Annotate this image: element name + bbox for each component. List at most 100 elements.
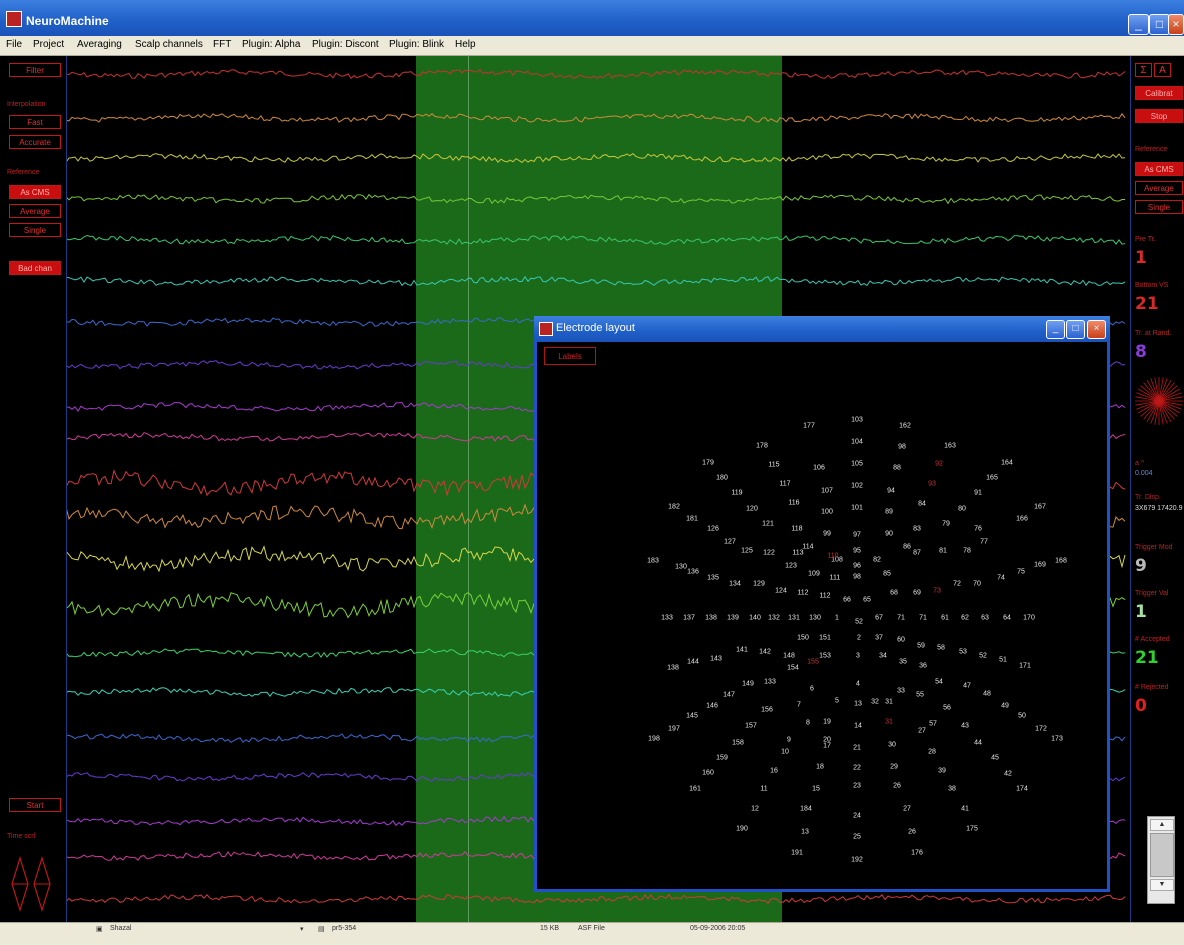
electrode-label[interactable]: 177 — [803, 423, 815, 430]
electrode-label[interactable]: 26 — [893, 783, 901, 790]
dropdown-icon[interactable]: ▾ — [300, 925, 304, 933]
electrode-label[interactable]: 10 — [781, 749, 789, 756]
menu-project[interactable]: Project — [33, 39, 64, 50]
electrode-label[interactable]: 75 — [1017, 569, 1025, 576]
menu-help[interactable]: Help — [455, 39, 476, 50]
electrode-label[interactable]: 88 — [893, 465, 901, 472]
electrode-label[interactable]: 9 — [787, 737, 791, 744]
electrode-label[interactable]: 130 — [675, 564, 687, 571]
electrode-label[interactable]: 155 — [807, 659, 819, 666]
electrode-label[interactable]: 16 — [770, 768, 778, 775]
electrode-label[interactable]: 31 — [885, 699, 893, 706]
start-button[interactable]: Start — [9, 798, 61, 812]
electrode-label[interactable]: 118 — [791, 526, 802, 533]
electrode-label[interactable]: 174 — [1016, 786, 1028, 793]
electrode-label[interactable]: 122 — [763, 550, 775, 557]
electrode-label[interactable]: 52 — [855, 619, 863, 626]
zoom-arrows-icon[interactable] — [10, 856, 56, 914]
electrode-label[interactable]: 94 — [887, 488, 895, 495]
electrode-label[interactable]: 114 — [802, 544, 813, 551]
electrode-label[interactable]: 6 — [810, 686, 814, 693]
electrode-label[interactable]: 80 — [958, 506, 966, 513]
electrode-label[interactable]: 156 — [761, 707, 773, 714]
electrode-label[interactable]: 48 — [983, 691, 991, 698]
electrode-label[interactable]: 74 — [997, 575, 1005, 582]
electrode-label[interactable]: 87 — [913, 550, 921, 557]
electrode-label[interactable]: 73 — [933, 588, 941, 595]
electrode-label[interactable]: 123 — [785, 563, 797, 570]
electrode-label[interactable]: 142 — [759, 649, 771, 656]
electrode-label[interactable]: 51 — [999, 657, 1007, 664]
electrode-label[interactable]: 101 — [851, 505, 863, 512]
electrode-label[interactable]: 198 — [648, 736, 660, 743]
electrode-label[interactable]: 71 — [897, 615, 905, 622]
electrode-label[interactable]: 103 — [851, 417, 863, 424]
electrode-label[interactable]: 22 — [853, 765, 861, 772]
electrode-label[interactable]: 105 — [851, 461, 863, 468]
electrode-label[interactable]: 100 — [821, 509, 833, 516]
electrode-label[interactable]: 184 — [800, 806, 812, 813]
electrode-label[interactable]: 24 — [853, 813, 861, 820]
electrode-label[interactable]: 124 — [775, 588, 787, 595]
electrode-label[interactable]: 66 — [843, 597, 851, 604]
electrode-label[interactable]: 110 — [827, 553, 838, 560]
electrode-label[interactable]: 76 — [974, 526, 982, 533]
electrode-label[interactable]: 33 — [897, 688, 905, 695]
electrode-label[interactable]: 39 — [938, 768, 946, 775]
electrode-label[interactable]: 58 — [937, 645, 945, 652]
electrode-label[interactable]: 64 — [1003, 615, 1011, 622]
electrode-label[interactable]: 43 — [961, 723, 969, 730]
electrode-label[interactable]: 151 — [819, 635, 831, 642]
scroll-thumb[interactable] — [1150, 833, 1174, 877]
scroll-down-icon[interactable]: ▼ — [1150, 879, 1174, 891]
electrode-label[interactable]: 168 — [1055, 558, 1067, 565]
ref-average-button-right[interactable]: Average — [1135, 181, 1183, 195]
electrode-label[interactable]: 81 — [939, 548, 947, 555]
electrode-label[interactable]: 171 — [1019, 663, 1031, 670]
electrode-label[interactable]: 175 — [966, 826, 978, 833]
electrode-label[interactable]: 127 — [724, 539, 736, 546]
electrode-label[interactable]: 163 — [944, 443, 956, 450]
electrode-label[interactable]: 12 — [751, 806, 759, 813]
electrode-label[interactable]: 96 — [853, 563, 861, 570]
electrode-label[interactable]: 60 — [897, 637, 905, 644]
electrode-label[interactable]: 68 — [890, 590, 898, 597]
electrode-label[interactable]: 71 — [919, 615, 927, 622]
electrode-label[interactable]: 131 — [788, 615, 800, 622]
electrode-label[interactable]: 130 — [809, 615, 821, 622]
electrode-label[interactable]: 13 — [854, 701, 862, 708]
electrode-label[interactable]: 30 — [888, 742, 896, 749]
electrode-label[interactable]: 49 — [1001, 703, 1009, 710]
electrode-label[interactable]: 38 — [948, 786, 956, 793]
electrode-label[interactable]: 37 — [875, 635, 883, 642]
electrode-label[interactable]: 116 — [788, 500, 799, 507]
electrode-label[interactable]: 150 — [797, 635, 809, 642]
electrode-label[interactable]: 57 — [929, 721, 937, 728]
electrode-label[interactable]: 67 — [875, 615, 883, 622]
electrode-label[interactable]: 138 — [667, 665, 679, 672]
electrode-label[interactable]: 115 — [768, 462, 779, 469]
close-button[interactable]: × — [1168, 14, 1184, 35]
electrode-label[interactable]: 90 — [885, 531, 893, 538]
electrode-label[interactable]: 36 — [919, 663, 927, 670]
electrode-label[interactable]: 89 — [885, 509, 893, 516]
electrode-label[interactable]: 8 — [806, 720, 810, 727]
menu-scalp-channels[interactable]: Scalp channels — [135, 39, 203, 50]
electrode-label[interactable]: 119 — [731, 490, 742, 497]
vertical-scrollbar[interactable]: ▲ ▼ — [1147, 816, 1175, 904]
electrode-label[interactable]: 104 — [851, 439, 863, 446]
electrode-label[interactable]: 2 — [857, 635, 861, 642]
electrode-label[interactable]: 99 — [823, 531, 831, 538]
electrode-label[interactable]: 27 — [903, 806, 911, 813]
electrode-label[interactable]: 79 — [942, 521, 950, 528]
electrode-label[interactable]: 53 — [959, 649, 967, 656]
electrode-label[interactable]: 47 — [963, 683, 971, 690]
ref-cms-button-right[interactable]: As CMS — [1135, 162, 1183, 176]
electrode-label[interactable]: 44 — [974, 740, 982, 747]
electrode-label[interactable]: 133 — [661, 615, 673, 622]
electrode-label[interactable]: 144 — [687, 659, 699, 666]
electrode-label[interactable]: 149 — [742, 681, 754, 688]
electrode-label[interactable]: 102 — [851, 483, 863, 490]
electrode-label[interactable]: 95 — [853, 548, 861, 555]
electrode-label[interactable]: 190 — [736, 826, 748, 833]
